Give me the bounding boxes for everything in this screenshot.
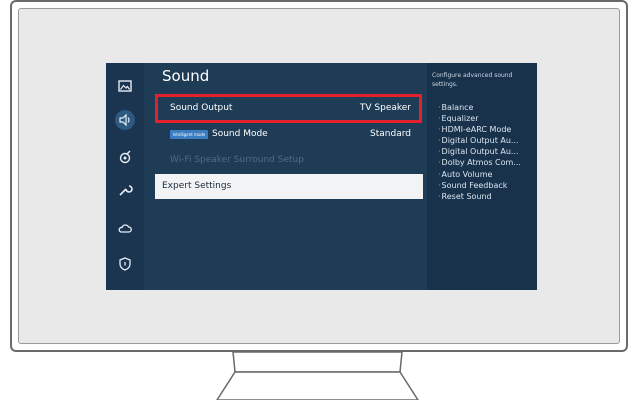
side-item-digital-output-audio-2: ·Digital Output Au... xyxy=(438,147,519,157)
side-item-sound-feedback: ·Sound Feedback xyxy=(438,180,508,190)
picture-icon[interactable] xyxy=(117,78,133,94)
expert-settings-label: Expert Settings xyxy=(162,181,232,191)
menu-item-expert-settings[interactable]: Expert Settings xyxy=(155,174,423,199)
menu-item-sound-mode[interactable]: Intelligent mode Sound Mode Standard xyxy=(155,122,423,147)
page-title: Sound xyxy=(162,67,210,85)
sound-icon[interactable] xyxy=(115,110,135,130)
sound-output-highlight-box xyxy=(155,94,422,123)
wifi-speaker-label: Wi-Fi Speaker Surround Setup xyxy=(170,155,304,165)
side-item-auto-volume: ·Auto Volume xyxy=(438,169,493,179)
side-item-reset-sound: ·Reset Sound xyxy=(438,191,492,201)
sound-mode-value: Standard xyxy=(370,129,411,139)
side-item-hdmi-earc-mode: ·HDMI-eARC Mode xyxy=(438,125,512,135)
side-panel-description: Configure advanced sound settings. xyxy=(432,72,513,88)
side-item-balance: ·Balance xyxy=(438,103,474,112)
settings-category-rail xyxy=(106,63,144,290)
side-item-equalizer: ·Equalizer xyxy=(438,114,479,124)
wrench-icon[interactable] xyxy=(117,182,133,198)
side-item-digital-output-audio-1: ·Digital Output Au... xyxy=(438,136,519,146)
tv-screen: Sound Sound Output TV Speaker Intelligen… xyxy=(106,63,537,290)
expert-settings-list: ·Balance ·Equalizer ·HDMI-eARC Mode ·Dig… xyxy=(438,102,536,202)
intelligent-mode-badge: Intelligent mode xyxy=(170,130,208,139)
shield-icon[interactable] xyxy=(117,256,133,272)
broadcast-icon[interactable] xyxy=(117,149,133,165)
menu-item-wifi-speaker-surround-setup: Wi-Fi Speaker Surround Setup xyxy=(155,148,423,173)
side-item-dolby-atmos: ·Dolby Atmos Com... xyxy=(438,158,521,168)
cloud-icon[interactable] xyxy=(117,220,133,236)
sound-mode-label: Sound Mode xyxy=(212,129,268,139)
expert-settings-side-panel: Configure advanced sound settings. ·Bala… xyxy=(427,63,537,290)
